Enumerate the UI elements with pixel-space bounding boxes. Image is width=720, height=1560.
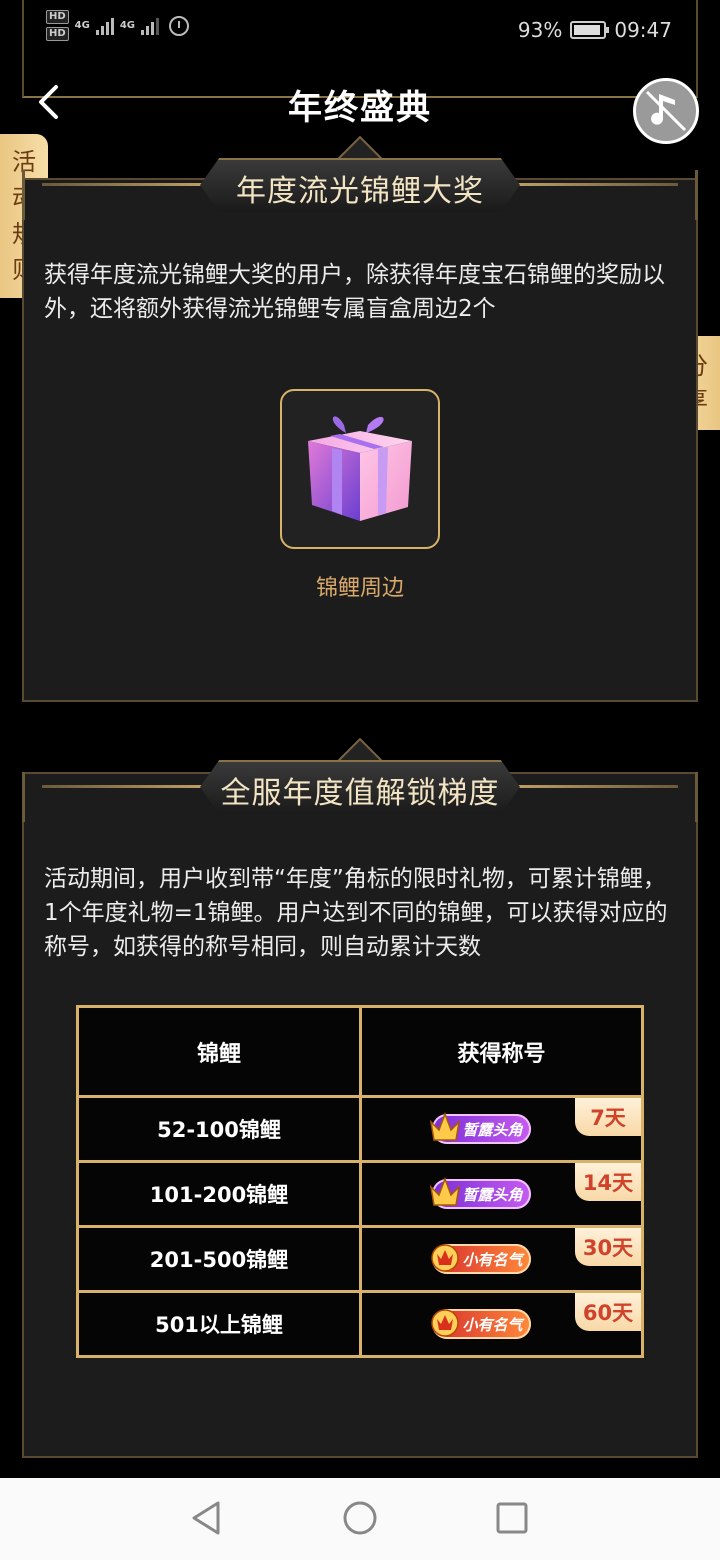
carp-range-cell: 201-500锦鲤 [76,1225,362,1293]
title-badge: 暂露头角 [430,1176,531,1209]
title-badge-text: 暂露头角 [462,1120,523,1139]
nav-recent-button[interactable] [492,1498,532,1538]
table-header-carp: 锦鲤 [76,1005,362,1098]
section-title: 年度流光锦鲤大奖 [236,174,484,209]
crown-icon [431,1309,460,1337]
carp-range-cell: 52-100锦鲤 [76,1095,362,1163]
triangle-back-icon [192,1501,220,1535]
table-header-row: 锦鲤 获得称号 [76,1005,644,1098]
crown-icon [431,1244,460,1272]
nav-home-button[interactable] [340,1498,380,1538]
days-badge: 7天 [575,1098,641,1136]
days-badge: 30天 [575,1228,641,1266]
carp-range-cell: 501以上锦鲤 [76,1290,362,1358]
title-badge: 小有名气 [431,1309,531,1339]
title-cell: 暂露头角 7天 [359,1095,644,1163]
page-title: 年终盛典 [288,88,432,128]
nav-back-button[interactable] [186,1498,226,1538]
system-nav-bar [0,1478,720,1560]
section-description: 活动期间，用户收到带“年度”角标的限时礼物，可累计锦鲤， 1个年度礼物=1锦鲤。… [44,866,668,960]
title-badge-text: 小有名气 [462,1315,523,1334]
unlock-tier-table: 锦鲤 获得称号 52-100锦鲤 暂露头角 7天 101-200锦鲤 暂露头角 … [76,1005,644,1358]
crown-icon [430,1111,461,1141]
title-badge-text: 小有名气 [462,1250,523,1269]
section-banner: 全服年度值解锁梯度 [22,737,698,822]
table-row: 501以上锦鲤 小有名气 60天 [76,1290,644,1358]
table-header-title: 获得称号 [359,1005,644,1098]
table-row: 201-500锦鲤 小有名气 30天 [76,1225,644,1293]
prize-label: 锦鲤周边 [315,576,404,601]
page: HD HD 4G 4G 93% 09:47 年终盛典 活 年度流光锦鲤大奖 获得… [0,0,720,1560]
table-row: 52-100锦鲤 暂露头角 7天 [76,1095,644,1163]
title-badge: 小有名气 [431,1244,531,1274]
table-row: 101-200锦鲤 暂露头角 14天 [76,1160,644,1228]
music-off-icon [645,90,687,132]
gift-box-icon [308,416,412,521]
days-badge: 60天 [575,1293,641,1331]
title-badge: 暂露头角 [430,1111,531,1144]
title-badge-text: 暂露头角 [462,1185,523,1204]
section-title: 全服年度值解锁梯度 [220,776,500,811]
title-cell: 暂露头角 14天 [359,1160,644,1228]
music-toggle-button[interactable] [633,78,699,144]
title-cell: 小有名气 30天 [359,1225,644,1293]
prize-card[interactable] [280,389,440,549]
title-cell: 小有名气 60天 [359,1290,644,1358]
days-badge: 14天 [575,1163,641,1201]
square-recent-icon [496,1502,528,1534]
carp-range-cell: 101-200锦鲤 [76,1160,362,1228]
section-banner: 年度流光锦鲤大奖 [22,135,698,220]
circle-home-icon [343,1501,377,1535]
crown-icon [430,1176,461,1206]
section-description: 获得年度流光锦鲤大奖的用户，除获得年度宝石锦鲤的奖励以外，还将额外获得流光锦鲤专… [44,262,665,322]
